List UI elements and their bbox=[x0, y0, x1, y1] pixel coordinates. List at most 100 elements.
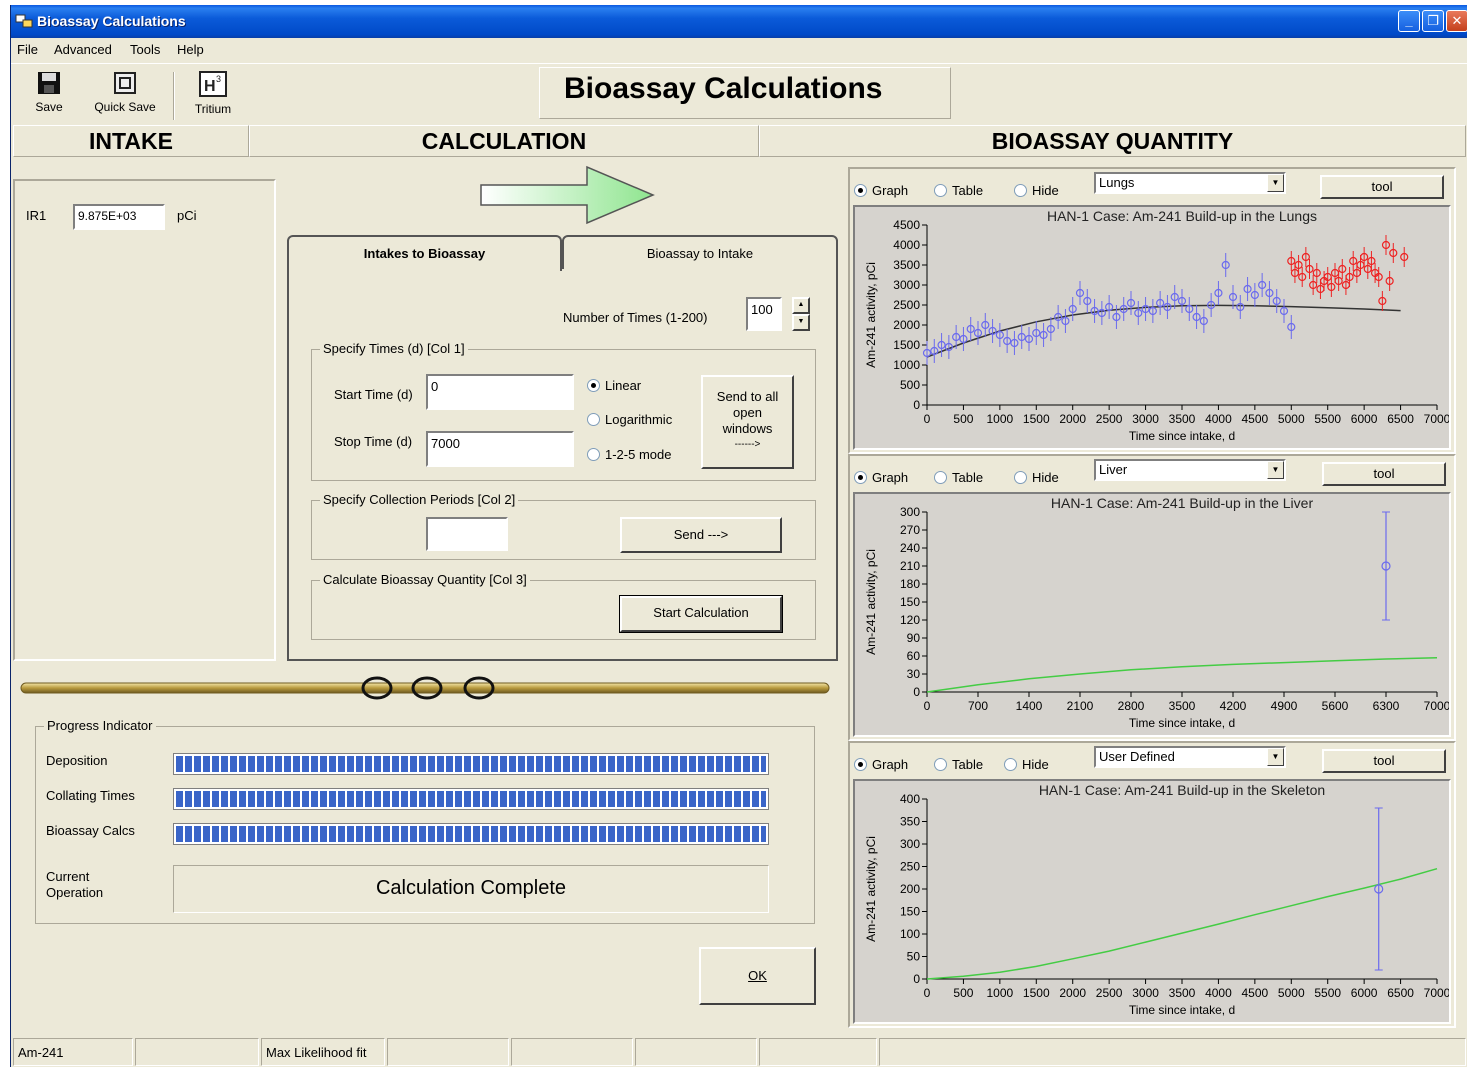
liver-tool-button[interactable]: tool bbox=[1322, 462, 1446, 486]
lungs-organ-select[interactable]: Lungs ▼ bbox=[1094, 172, 1286, 194]
y-tick-label: 270 bbox=[900, 523, 920, 537]
menu-tools[interactable]: Tools bbox=[130, 42, 160, 57]
liver-chart-controls: Graph Table Hide Liver ▼ tool bbox=[850, 456, 1454, 492]
x-tick-label: 1400 bbox=[1016, 699, 1043, 713]
radio-empty-icon bbox=[1004, 758, 1017, 771]
chevron-down-icon[interactable]: ▼ bbox=[1267, 174, 1284, 192]
current-operation-label: Current Operation bbox=[46, 869, 103, 901]
skeleton-tool-button[interactable]: tool bbox=[1322, 749, 1446, 773]
y-tick-label: 30 bbox=[907, 667, 921, 681]
menu-help[interactable]: Help bbox=[177, 42, 204, 57]
x-tick-label: 3500 bbox=[1169, 699, 1196, 713]
radio-empty-icon bbox=[1014, 184, 1027, 197]
y-tick-label: 120 bbox=[900, 613, 920, 627]
progress-collating-fill bbox=[176, 791, 766, 807]
menu-file[interactable]: File bbox=[17, 42, 38, 57]
tab-bioassay-to-intake[interactable]: Bioassay to Intake bbox=[562, 235, 838, 271]
current-operation-label-1: Current bbox=[46, 869, 90, 884]
quick-save-button[interactable]: Quick Save bbox=[89, 70, 161, 122]
spin-down-icon[interactable]: ▼ bbox=[792, 314, 810, 331]
radio-empty-icon bbox=[934, 471, 947, 484]
x-tick-label: 5600 bbox=[1322, 699, 1349, 713]
intake-label: IR1 bbox=[26, 208, 47, 223]
restore-button[interactable]: ❐ bbox=[1422, 10, 1444, 32]
number-of-times-label: Number of Times (1-200) bbox=[563, 310, 708, 325]
chevron-down-icon[interactable]: ▼ bbox=[1267, 461, 1284, 479]
125-mode-radio[interactable]: 1-2-5 mode bbox=[587, 447, 671, 462]
app-icon bbox=[15, 14, 33, 28]
y-tick-label: 3000 bbox=[893, 278, 920, 292]
x-tick-label: 4200 bbox=[1220, 699, 1247, 713]
send-to-all-button[interactable]: Send to all open windows ------> bbox=[701, 375, 794, 469]
progress-bioassay-label: Bioassay Calcs bbox=[46, 823, 135, 838]
liver-hide-label: Hide bbox=[1032, 470, 1059, 485]
x-tick-label: 4000 bbox=[1205, 986, 1232, 1000]
send-button[interactable]: Send ---> bbox=[620, 517, 782, 553]
y-tick-label: 60 bbox=[907, 649, 921, 663]
x-tick-label: 2500 bbox=[1096, 412, 1123, 426]
collection-period-input[interactable] bbox=[426, 517, 508, 551]
y-tick-label: 350 bbox=[900, 815, 920, 829]
page-title: Bioassay Calculations bbox=[539, 67, 951, 119]
quick-save-label: Quick Save bbox=[94, 100, 156, 114]
send-to-all-label-2: open bbox=[733, 405, 762, 420]
title-bar[interactable]: Bioassay Calculations _ ❐ ✕ bbox=[11, 5, 1467, 38]
number-of-times-input[interactable]: 100 bbox=[746, 297, 782, 331]
skeleton-organ-select[interactable]: User Defined ▼ bbox=[1094, 746, 1286, 768]
y-tick-label: 100 bbox=[900, 927, 920, 941]
skeleton-graph-label: Graph bbox=[872, 757, 909, 772]
lungs-hide-radio[interactable]: Hide bbox=[1014, 183, 1059, 198]
x-tick-label: 0 bbox=[924, 412, 931, 426]
y-tick-label: 150 bbox=[900, 595, 920, 609]
calculate-bioassay-group: Calculate Bioassay Quantity [Col 3] Star… bbox=[311, 572, 816, 640]
progress-collating-bar bbox=[173, 788, 769, 810]
tab-intakes-to-bioassay[interactable]: Intakes to Bioassay bbox=[287, 235, 562, 271]
save-button[interactable]: Save bbox=[27, 70, 71, 122]
skeleton-graph-radio[interactable]: Graph bbox=[854, 757, 908, 772]
separator-rod bbox=[20, 676, 830, 700]
linear-radio[interactable]: Linear bbox=[587, 378, 641, 393]
x-tick-label: 2800 bbox=[1118, 699, 1145, 713]
liver-hide-radio[interactable]: Hide bbox=[1014, 470, 1059, 485]
lungs-graph-radio[interactable]: Graph bbox=[854, 183, 908, 198]
svg-text:3: 3 bbox=[216, 74, 221, 84]
logarithmic-radio[interactable]: Logarithmic bbox=[587, 412, 672, 427]
lungs-tool-button[interactable]: tool bbox=[1320, 175, 1444, 199]
liver-table-radio[interactable]: Table bbox=[934, 470, 983, 485]
close-button[interactable]: ✕ bbox=[1446, 10, 1467, 32]
x-tick-label: 0 bbox=[924, 986, 931, 1000]
radio-empty-icon bbox=[934, 758, 947, 771]
logarithmic-radio-label: Logarithmic bbox=[605, 412, 673, 427]
skeleton-table-radio[interactable]: Table bbox=[934, 757, 983, 772]
start-calculation-button[interactable]: Start Calculation bbox=[619, 595, 783, 633]
x-tick-label: 2000 bbox=[1059, 986, 1086, 1000]
lungs-table-radio[interactable]: Table bbox=[934, 183, 983, 198]
progress-bioassay-bar bbox=[173, 823, 769, 845]
start-time-input[interactable]: 0 bbox=[426, 374, 574, 410]
number-of-times-spinner[interactable]: ▲ ▼ bbox=[792, 297, 810, 331]
skeleton-chart-area: HAN-1 Case: Am-241 Build-up in the Skele… bbox=[853, 779, 1451, 1024]
intake-value-input[interactable]: 9.875E+03 bbox=[73, 204, 165, 230]
x-tick-label: 5000 bbox=[1278, 986, 1305, 1000]
menu-advanced[interactable]: Advanced bbox=[54, 42, 112, 57]
chart-title: HAN-1 Case: Am-241 Build-up in the Lungs bbox=[1047, 208, 1317, 224]
skeleton-table-label: Table bbox=[952, 757, 984, 772]
liver-table-label: Table bbox=[952, 470, 984, 485]
liver-organ-select[interactable]: Liver ▼ bbox=[1094, 459, 1286, 481]
intake-panel: IR1 9.875E+03 pCi bbox=[13, 179, 276, 661]
stop-time-input[interactable]: 7000 bbox=[426, 431, 574, 467]
tritium-label: Tritium bbox=[194, 102, 232, 116]
liver-graph-radio[interactable]: Graph bbox=[854, 470, 908, 485]
ok-button[interactable]: OK bbox=[699, 947, 816, 1005]
y-tick-label: 0 bbox=[913, 685, 920, 699]
minimize-button[interactable]: _ bbox=[1398, 10, 1420, 32]
spin-up-icon[interactable]: ▲ bbox=[792, 297, 810, 314]
skeleton-hide-radio[interactable]: Hide bbox=[1004, 757, 1049, 772]
x-tick-label: 6500 bbox=[1387, 986, 1414, 1000]
chevron-down-icon[interactable]: ▼ bbox=[1267, 748, 1284, 766]
y-tick-label: 0 bbox=[913, 972, 920, 986]
y-tick-label: 4000 bbox=[893, 238, 920, 252]
tritium-button[interactable]: H 3 Tritium bbox=[187, 70, 239, 122]
skeleton-organ-value: User Defined bbox=[1099, 749, 1175, 764]
radio-selected-icon bbox=[854, 471, 867, 484]
